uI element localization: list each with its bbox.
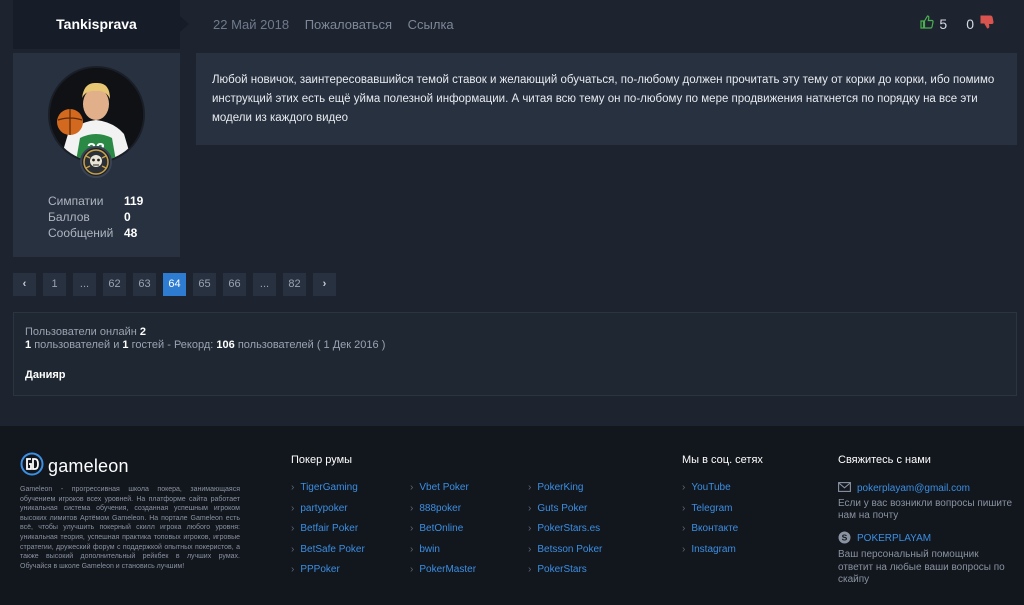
skype-description: Ваш персональный помощник ответит на люб… <box>838 549 1005 585</box>
room-link[interactable]: BetOnline <box>410 523 476 544</box>
email-link[interactable]: pokerplayam@gmail.com <box>838 482 1013 497</box>
poker-rooms-title: Покер румы <box>291 454 353 466</box>
page-link[interactable]: 1 <box>43 273 66 296</box>
rank-badge-icon <box>80 146 112 178</box>
dislike-count: 0 <box>966 15 974 32</box>
poker-rooms-col-1: TigerGaming partypoker Betfair Poker Bet… <box>291 482 365 585</box>
room-link[interactable]: BetSafe Poker <box>291 544 364 565</box>
online-title: Пользователи онлайн 2 <box>25 326 146 338</box>
page-next-button[interactable]: › <box>313 273 336 296</box>
post-author-column: Tankisprava 33 <box>13 0 189 257</box>
room-link[interactable]: partypoker <box>291 503 365 524</box>
stat-likes: Симпатии 119 <box>48 194 144 208</box>
page-link[interactable]: 66 <box>223 273 246 296</box>
room-link[interactable]: 888poker <box>410 503 476 524</box>
author-stats: Симпатии 119 Баллов 0 Сообщений 48 <box>48 193 143 241</box>
online-summary: 1 пользователей и 1 гостей - Рекорд: 106… <box>25 339 386 351</box>
social-title: Мы в соц. сетях <box>682 454 763 466</box>
mail-icon <box>838 482 857 497</box>
room-link[interactable]: Vbet Poker <box>410 482 476 503</box>
permalink[interactable]: Ссылка <box>408 17 454 32</box>
page-link[interactable]: 82 <box>283 273 306 296</box>
contact-block: pokerplayam@gmail.com Если у вас возникл… <box>838 482 1013 587</box>
room-link[interactable]: Betsson Poker <box>528 544 602 565</box>
logo-text: gameleon <box>48 456 129 476</box>
online-users-box: Пользователи онлайн 2 1 пользователей и … <box>13 312 1017 396</box>
room-link[interactable]: PokerMaster <box>410 564 476 585</box>
pagination: ‹ 1 ... 62 63 64 65 66 ... 82 › <box>13 273 343 296</box>
author-card: 33 Симпатии 119 Баллов <box>13 53 180 257</box>
social-link-youtube[interactable]: YouTube <box>682 482 738 503</box>
room-link[interactable]: PokerKing <box>528 482 602 503</box>
page-link[interactable]: 62 <box>103 273 126 296</box>
room-link[interactable]: Guts Poker <box>528 503 602 524</box>
page-current[interactable]: 64 <box>163 273 186 296</box>
post-rating: 5 0 <box>920 15 994 32</box>
room-link[interactable]: PPPoker <box>291 564 365 585</box>
stat-points: Баллов 0 <box>48 210 131 224</box>
svg-text:S: S <box>842 532 848 542</box>
author-name[interactable]: Tankisprava <box>13 0 189 49</box>
post-date[interactable]: 22 Май 2018 <box>213 17 289 32</box>
page-prev-button[interactable]: ‹ <box>13 273 36 296</box>
thumbs-up-icon[interactable] <box>920 15 935 32</box>
social-links: YouTube Telegram Вконтакте Instagram <box>682 482 738 564</box>
social-link-telegram[interactable]: Telegram <box>682 503 738 524</box>
post-header: 22 Май 2018 Пожаловаться Ссылка <box>213 17 466 32</box>
skype-link[interactable]: S POKERPLAYAM <box>838 531 1013 549</box>
social-link-instagram[interactable]: Instagram <box>682 544 738 565</box>
stat-messages: Сообщений 48 <box>48 226 138 240</box>
poker-rooms-col-2: Vbet Poker 888poker BetOnline bwin Poker… <box>410 482 476 585</box>
gameleon-logo-icon <box>20 452 44 481</box>
report-link[interactable]: Пожаловаться <box>305 17 392 32</box>
contact-title: Свяжитесь с нами <box>838 454 931 466</box>
site-footer: gameleon Gameleon - прогрессивная школа … <box>0 426 1024 605</box>
page-ellipsis[interactable]: ... <box>73 273 96 296</box>
room-link[interactable]: PokerStars <box>528 564 602 585</box>
email-description: Если у вас возникли вопросы пишите нам н… <box>838 497 1013 522</box>
thumbs-down-icon[interactable] <box>980 15 994 32</box>
like-count: 5 <box>939 15 948 32</box>
social-link-vk[interactable]: Вконтакте <box>682 523 738 544</box>
page-link[interactable]: 63 <box>133 273 156 296</box>
page-link[interactable]: 65 <box>193 273 216 296</box>
room-link[interactable]: bwin <box>410 544 476 565</box>
poker-rooms-col-3: PokerKing Guts Poker PokerStars.es Betss… <box>528 482 602 585</box>
room-link[interactable]: TigerGaming <box>291 482 365 503</box>
room-link[interactable]: Betfair Poker <box>291 523 365 544</box>
online-user-link[interactable]: Данияр <box>25 369 1016 381</box>
room-link[interactable]: PokerStars.es <box>528 523 602 544</box>
page-ellipsis[interactable]: ... <box>253 273 276 296</box>
footer-about-text: Gameleon - прогрессивная школа покера, з… <box>20 486 240 570</box>
footer-logo[interactable]: gameleon <box>20 452 129 481</box>
skype-icon: S <box>838 531 857 549</box>
post-body: Любой новичок, заинтересовавшийся темой … <box>196 53 1017 145</box>
